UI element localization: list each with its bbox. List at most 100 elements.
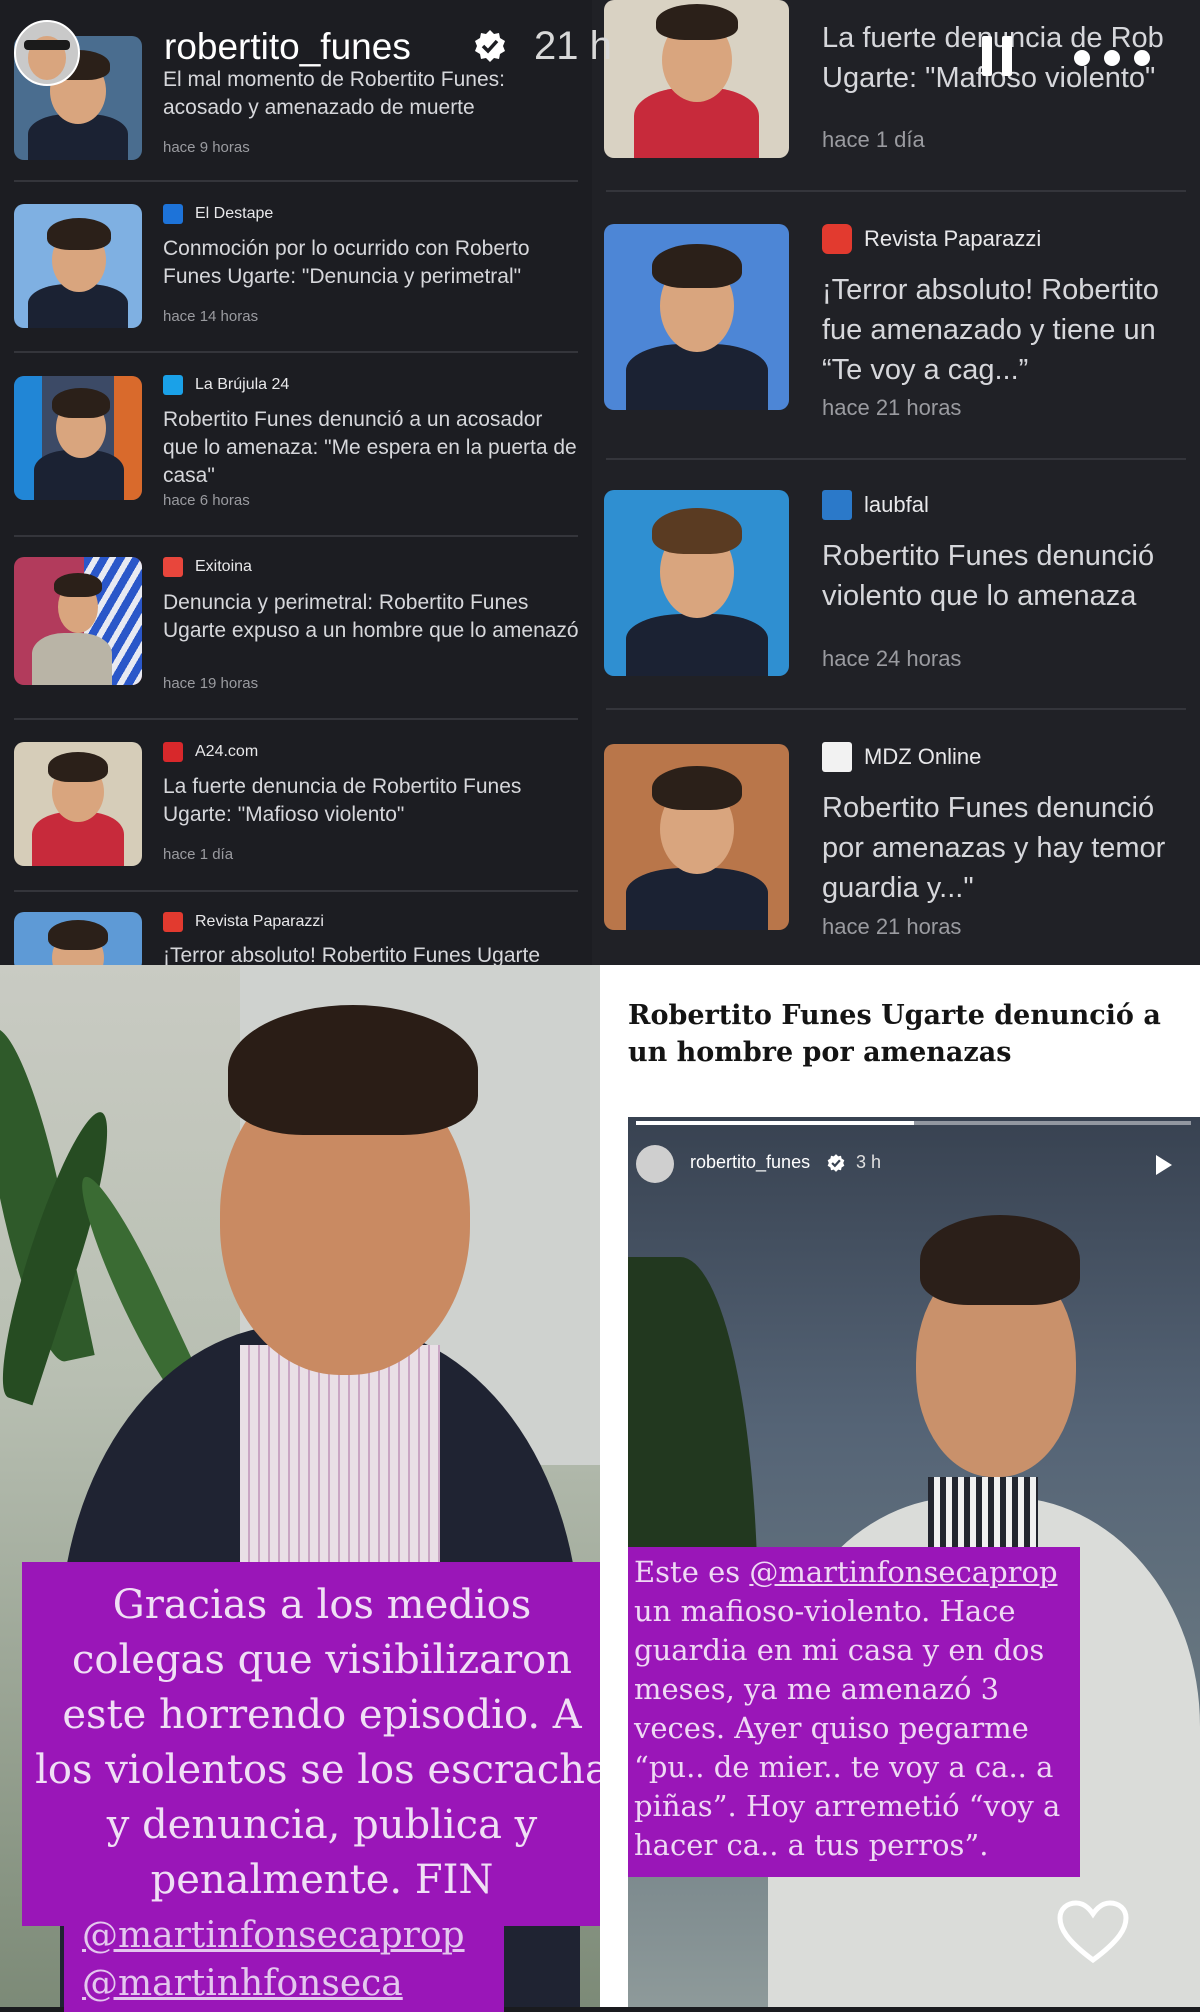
caption-lead: Este es — [634, 1555, 741, 1589]
mention-link[interactable]: @martinfonsecaprop — [64, 1912, 504, 1960]
article-thumbnail — [14, 742, 142, 866]
divider — [14, 535, 578, 537]
embedded-time: 3 h — [856, 1152, 882, 1172]
article-source: Exitoina — [163, 557, 252, 577]
article-headline: Robertito Funes denunció por amenazas y … — [822, 788, 1200, 908]
verified-icon — [475, 30, 505, 62]
article-title: Robertito Funes Ugarte denunció a un hom… — [628, 1000, 1161, 1068]
news-item[interactable]: A24.com La fuerte denuncia de Robertito … — [0, 728, 592, 898]
story-progress-bar — [636, 1121, 1191, 1125]
source-name: La Brújula 24 — [195, 376, 290, 393]
el-destape-logo-icon — [163, 204, 183, 224]
caption-left: Gracias a los medios colegas que visibil… — [22, 1562, 622, 1926]
article-source: MDZ Online — [822, 742, 981, 772]
article-time: hace 24 horas — [822, 646, 962, 671]
article-thumbnail — [604, 744, 789, 930]
article-thumbnail — [14, 376, 142, 500]
article-time: hace 6 horas — [163, 492, 250, 509]
article-time: hace 1 día — [163, 846, 234, 863]
news-item[interactable]: Revista Paparazzi ¡Terror absoluto! Robe… — [592, 200, 1200, 455]
article-thumbnail — [604, 224, 789, 410]
headline-line: guardia y..." — [822, 872, 974, 904]
article-headline: La fuerte denuncia de Robertito Funes Ug… — [163, 775, 522, 826]
source-name: El Destape — [195, 205, 274, 222]
article-headline: Robertito Funes denunció a un acosador q… — [163, 408, 577, 487]
article-source: Revista Paparazzi — [822, 224, 1041, 254]
headline-line: Robertito Funes denunció — [822, 540, 1155, 572]
news-item[interactable]: MDZ Online Robertito Funes denunció por … — [592, 718, 1200, 965]
story-time: 21 h — [534, 24, 612, 68]
article-time: hace 21 horas — [822, 914, 962, 939]
embedded-username[interactable]: robertito_funes — [690, 1152, 810, 1173]
divider — [14, 180, 578, 182]
article-headline: ¡Terror absoluto! Robertito fue amenazad… — [822, 270, 1200, 390]
mdz-logo-icon — [822, 742, 852, 772]
article-headline: Conmoción por lo ocurrido con Roberto Fu… — [163, 237, 530, 288]
source-name: Revista Paparazzi — [864, 226, 1042, 251]
mention-box: @martinfonsecaprop @martinhfonseca — [64, 1912, 504, 2012]
article-source: A24.com — [163, 742, 258, 762]
news-feed-right: La fuerte denuncia de Rob Ugarte: "Mafio… — [592, 0, 1200, 965]
article-source: Revista Paparazzi — [163, 912, 324, 932]
more-options-icon[interactable] — [1074, 50, 1154, 66]
article-time: hace 21 horas — [822, 395, 962, 420]
heart-icon[interactable] — [1056, 1900, 1130, 1964]
article-screenshot: Robertito Funes Ugarte denunció a un hom… — [600, 965, 1200, 2007]
la-brujula-logo-icon — [163, 375, 183, 395]
article-thumbnail — [14, 557, 142, 685]
verified-icon — [827, 1154, 845, 1172]
article-thumbnail — [604, 490, 789, 676]
exitoina-logo-icon — [163, 557, 183, 577]
article-source: El Destape — [163, 204, 273, 224]
avatar[interactable] — [636, 1145, 674, 1183]
headline-line: violento que lo amenaza — [822, 580, 1137, 612]
source-name: laubfal — [864, 492, 929, 517]
divider — [14, 351, 578, 353]
article-headline: ¡Terror absoluto! Robertito Funes Ugarte — [163, 944, 541, 965]
news-item[interactable]: El Destape Conmoción por lo ocurrido con… — [0, 190, 592, 350]
caption-right: Este es @martinfonsecaprop un mafioso-vi… — [628, 1547, 1080, 1877]
source-name: Revista Paparazzi — [195, 913, 324, 930]
source-name: A24.com — [195, 743, 259, 760]
headline-line: fue amenazado y tiene un — [822, 314, 1156, 346]
caption-left-text: Gracias a los medios colegas que visibil… — [35, 1582, 609, 1903]
caption-right-text: Este es @martinfonsecaprop un mafioso-vi… — [634, 1553, 1074, 1865]
divider — [606, 458, 1186, 460]
news-item[interactable]: La Brújula 24 Robertito Funes denunció a… — [0, 360, 592, 530]
avatar[interactable] — [14, 20, 80, 86]
article-thumbnail — [14, 204, 142, 328]
headline-line: Robertito Funes denunció — [822, 792, 1155, 824]
article-time: hace 9 horas — [163, 139, 250, 156]
headline-line: ¡Terror absoluto! Robertito — [822, 274, 1159, 306]
article-headline: Denuncia y perimetral: Robertito Funes U… — [163, 591, 579, 642]
play-icon[interactable] — [1156, 1155, 1172, 1175]
article-time: hace 19 horas — [163, 675, 259, 692]
article-headline: Robertito Funes denunció violento que lo… — [822, 536, 1200, 616]
divider — [14, 718, 578, 720]
caption-body: un mafioso-violento. Hace guardia en mi … — [634, 1594, 1061, 1862]
story-username[interactable]: robertito_funes — [164, 26, 411, 68]
divider — [14, 890, 578, 892]
mention-link[interactable]: @martinhfonseca — [64, 1960, 504, 2008]
person-hair — [920, 1215, 1080, 1305]
article-time: hace 1 día — [822, 127, 925, 152]
source-name: MDZ Online — [864, 744, 982, 769]
headline-line: por amenazas y hay temor — [822, 832, 1166, 864]
article-time: hace 14 horas — [163, 308, 259, 325]
paparazzi-logo-icon — [163, 912, 183, 932]
article-thumbnail — [14, 912, 142, 965]
mention-link[interactable]: @martinfonsecaprop — [749, 1555, 1057, 1589]
news-item[interactable]: Revista Paparazzi ¡Terror absoluto! Robe… — [0, 898, 592, 965]
person-hair — [228, 1005, 478, 1135]
news-item[interactable]: Exitoina Denuncia y perimetral: Robertit… — [0, 545, 592, 720]
a24-logo-icon — [163, 742, 183, 762]
news-item[interactable]: laubfal Robertito Funes denunció violent… — [592, 468, 1200, 708]
paparazzi-logo-icon — [822, 224, 852, 254]
headline-line: “Te voy a cag...” — [822, 354, 1029, 386]
embedded-story: robertito_funes 3 h Este es @martinfonse… — [628, 1117, 1200, 2007]
divider — [606, 708, 1186, 710]
article-source: La Brújula 24 — [163, 375, 289, 395]
divider — [606, 190, 1186, 192]
pause-icon[interactable] — [982, 36, 1016, 76]
wordpress-logo-icon — [822, 490, 852, 520]
